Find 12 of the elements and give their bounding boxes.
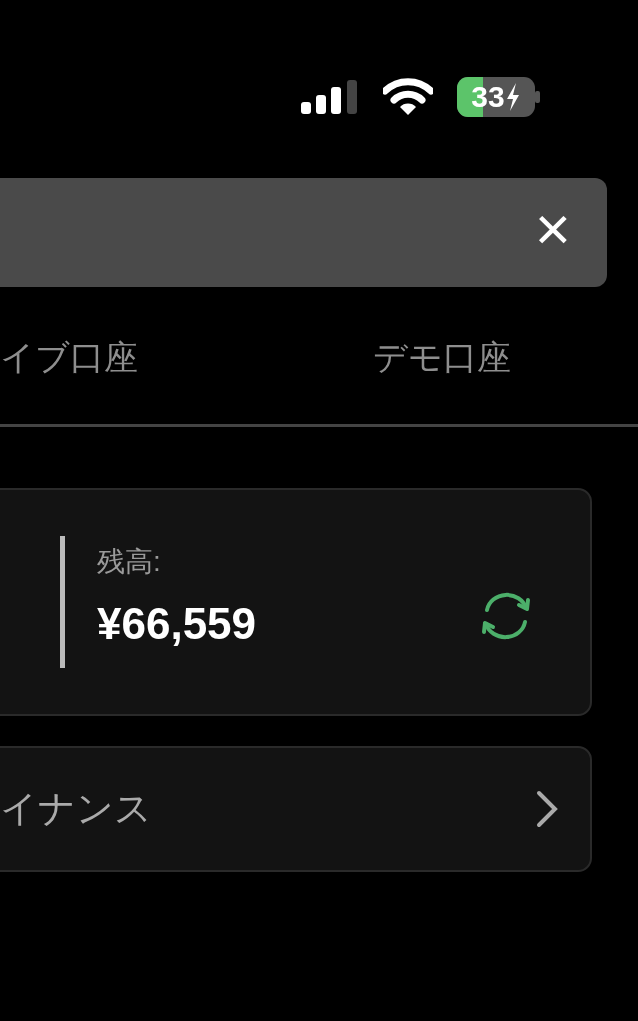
- wifi-icon: [383, 78, 433, 116]
- signal-icon: [301, 80, 359, 114]
- search-field[interactable]: ×: [0, 178, 607, 287]
- clear-button[interactable]: ×: [534, 197, 607, 268]
- balance-value: ¥66,559: [97, 598, 257, 650]
- balance-label: 残高:: [97, 545, 162, 579]
- menu-label: イナンス: [0, 787, 152, 832]
- menu-item[interactable]: イナンス: [0, 746, 592, 872]
- tab[interactable]: デモ口座: [373, 327, 511, 387]
- refresh-icon[interactable]: [480, 592, 532, 640]
- chevron-right-icon: [536, 790, 558, 828]
- tab[interactable]: イブ口座: [0, 327, 138, 387]
